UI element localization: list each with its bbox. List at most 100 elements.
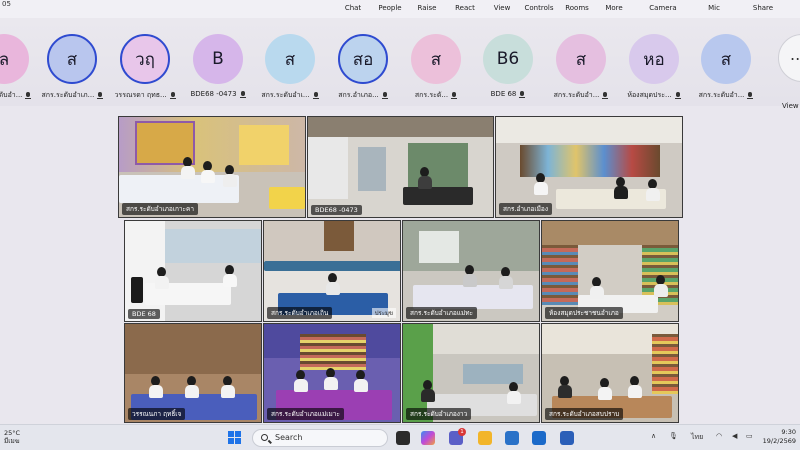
video-tile[interactable]: สกร.ระดับอำเภอเถิน ประมุข	[263, 220, 401, 322]
participant-name: สกร.ระดั...	[414, 91, 449, 99]
outlook-icon[interactable]	[532, 431, 546, 445]
notification-badge: 1	[458, 428, 466, 436]
weather-text: มีเมฆ	[4, 437, 20, 445]
mic-icon	[674, 92, 681, 99]
camera-button[interactable]: Camera	[643, 4, 683, 12]
tile-name-label: สกร.ระดับอำเภอสบปราบ	[545, 408, 624, 420]
avatar: ส	[47, 34, 97, 84]
volume-icon[interactable]: ◀	[732, 432, 737, 440]
avatar: ส	[556, 34, 606, 84]
avatar: ส	[411, 34, 461, 84]
tile-name-label: BDE68 -0473	[311, 205, 362, 215]
meeting-toolbar: 05 Chat People Raise React View Controls…	[0, 0, 800, 18]
rooms-button[interactable]: Rooms	[557, 4, 597, 12]
mic-icon	[747, 92, 754, 99]
participant[interactable]: หอห้องสมุดประ...	[618, 34, 690, 101]
tile-extra-label: ประมุข	[371, 308, 396, 318]
tile-name-label: สกร.ระดับอำเภอแม่ทะ	[406, 307, 478, 319]
clock-time: 9:30	[781, 428, 796, 436]
mic-icon	[381, 92, 388, 99]
share-button[interactable]: Share	[743, 4, 783, 12]
windows-taskbar: 25°C มีเมฆ Search 1 ∧ 🎙 ไทย ◠ ◀ ▭ 9:30 1…	[0, 424, 800, 450]
video-tile[interactable]: สกร.ระดับอำเภอแม่ทะ	[402, 220, 540, 322]
participant-name: สกร.ระดับอำ...	[698, 91, 745, 99]
task-view-icon[interactable]	[396, 431, 410, 445]
avatar: หอ	[629, 34, 679, 84]
participant-name: BDE 68	[490, 90, 517, 98]
more-button[interactable]: More	[594, 4, 634, 12]
participant[interactable]: สสกร.ระดับอำเภ...	[36, 34, 108, 101]
participant[interactable]: สสกร.ระดั...	[400, 34, 472, 101]
participant-name: ห้องสมุดประ...	[627, 91, 672, 99]
video-tile[interactable]: สกร.อำเภอเมือง	[495, 116, 683, 218]
mic-tray-icon[interactable]: 🎙	[669, 432, 678, 440]
taskbar-clock[interactable]: 9:30 19/2/2569	[760, 428, 796, 446]
participant[interactable]: สอสกร.อำเภอ...	[327, 34, 399, 101]
window-corner-text: 05	[2, 0, 11, 8]
view-button[interactable]: View	[482, 4, 522, 12]
video-tile[interactable]: สกร.ระดับอำเภอแม่เมาะ	[263, 323, 401, 423]
clock-date: 19/2/2569	[762, 437, 796, 445]
avatar: วฤ	[120, 34, 170, 84]
mic-icon	[96, 92, 103, 99]
more-participants-button[interactable]: ...	[778, 34, 800, 82]
participant-name: สกร.ระดับอำเ...	[261, 91, 310, 99]
participant[interactable]: ลสกร.ระดับอำ...	[0, 34, 40, 101]
mic-icon	[602, 92, 609, 99]
video-grid: สกร.ระดับอำเภอเกาะคา BDE68 -0473 สกร.อำเ…	[0, 106, 800, 424]
avatar: B	[193, 34, 243, 84]
participant-name: สกร.ระดับอำ...	[553, 91, 600, 99]
search-icon	[261, 434, 268, 441]
tile-name-label: วรรณนภา ฤทธิ์เจ	[128, 408, 186, 420]
participant[interactable]: สสกร.ระดับอำ...	[690, 34, 762, 101]
video-tile[interactable]: วรรณนภา ฤทธิ์เจ	[124, 323, 262, 423]
avatar: ส	[265, 34, 315, 84]
people-button[interactable]: People	[370, 4, 410, 12]
participant-name: สกร.อำเภอ...	[338, 91, 379, 99]
mic-button[interactable]: Mic	[694, 4, 734, 12]
copilot-icon[interactable]	[421, 431, 435, 445]
video-tile[interactable]: สกร.ระดับอำเภอสบปราบ	[541, 323, 679, 423]
video-tile[interactable]: BDE 68	[124, 220, 262, 322]
participant[interactable]: B6 BDE 68	[472, 34, 544, 98]
tile-name-label: สกร.ระดับอำเภองาว	[406, 408, 472, 420]
mic-icon	[239, 90, 246, 98]
teams-icon[interactable]: 1	[449, 428, 466, 445]
tile-name-label: สกร.อำเภอเมือง	[499, 203, 553, 215]
video-tile[interactable]: สกร.ระดับอำเภองาว	[402, 323, 540, 423]
wifi-icon[interactable]: ◠	[716, 432, 722, 440]
mic-icon	[519, 90, 526, 98]
participant[interactable]: สสกร.ระดับอำ...	[545, 34, 617, 101]
mic-icon	[312, 92, 319, 99]
battery-icon[interactable]: ▭	[746, 432, 753, 440]
tray-chevron-icon[interactable]: ∧	[651, 432, 656, 440]
participant[interactable]: B BDE68 -0473	[182, 34, 254, 98]
participant-strip: ลสกร.ระดับอำ... สสกร.ระดับอำเภ... วฤวรรณ…	[0, 18, 800, 110]
video-tile[interactable]: ห้องสมุดประชาชนอำเภอ	[541, 220, 679, 322]
participant[interactable]: วฤวรรณรดา ฤทธ...	[109, 34, 181, 101]
store-icon[interactable]	[505, 431, 519, 445]
participant-name: BDE68 -0473	[190, 90, 237, 98]
avatar: สอ	[338, 34, 388, 84]
search-placeholder: Search	[275, 433, 303, 442]
language-indicator[interactable]: ไทย	[691, 432, 703, 443]
chat-button[interactable]: Chat	[333, 4, 373, 12]
participant-name: สกร.ระดับอำเภ...	[41, 91, 94, 99]
taskbar-search[interactable]: Search	[252, 429, 388, 447]
participant[interactable]: สสกร.ระดับอำเ...	[254, 34, 326, 101]
weather-widget[interactable]: 25°C มีเมฆ	[4, 429, 20, 445]
file-explorer-icon[interactable]	[478, 431, 492, 445]
mic-icon	[169, 92, 176, 99]
participant-name: สกร.ระดับอำ...	[0, 91, 23, 99]
controls-button[interactable]: Controls	[519, 4, 559, 12]
tile-name-label: ห้องสมุดประชาชนอำเภอ	[545, 307, 623, 319]
video-tile[interactable]: BDE68 -0473	[307, 116, 494, 218]
windows-start-icon[interactable]	[228, 431, 242, 445]
participant-name: วรรณรดา ฤทธ...	[114, 91, 167, 99]
word-icon[interactable]	[560, 431, 574, 445]
tile-name-label: สกร.ระดับอำเภอแม่เมาะ	[267, 408, 344, 420]
mic-muted-icon	[451, 92, 458, 99]
react-button[interactable]: React	[445, 4, 485, 12]
raise-hand-button[interactable]: Raise	[407, 4, 447, 12]
video-tile[interactable]: สกร.ระดับอำเภอเกาะคา	[118, 116, 306, 218]
